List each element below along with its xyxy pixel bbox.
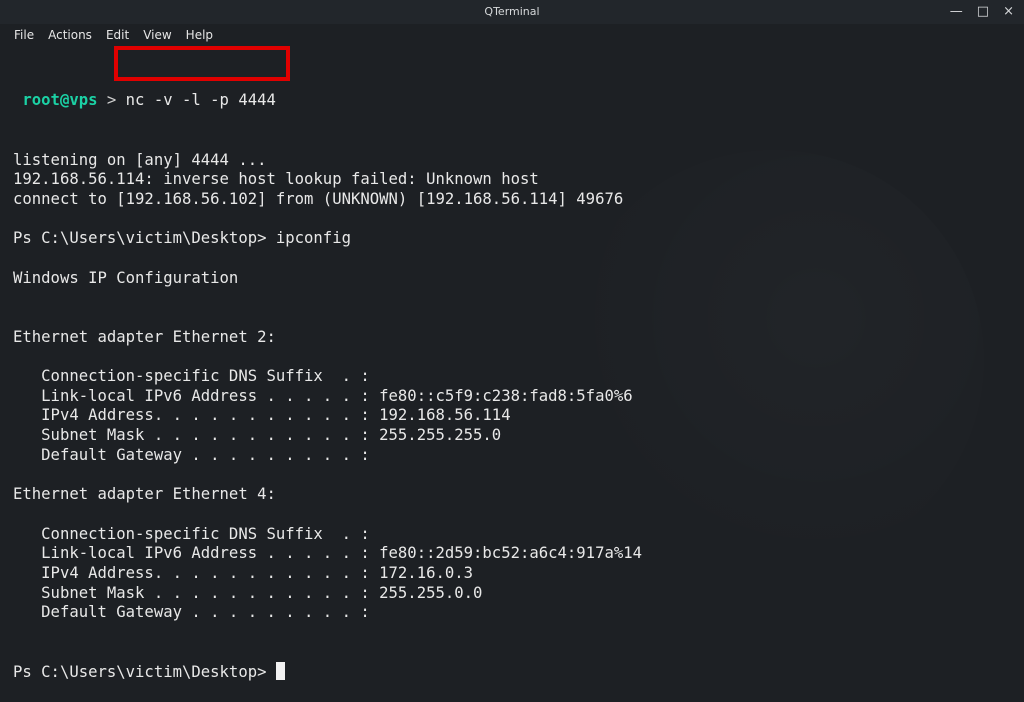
final-prompt-line[interactable]: Ps C:\Users\victim\Desktop>	[13, 662, 1024, 682]
terminal-output[interactable]: root@vps > nc -v -l -p 4444 listening on…	[13, 52, 1024, 681]
output-line: Subnet Mask . . . . . . . . . . . : 255.…	[13, 583, 483, 602]
text-cursor	[275, 662, 285, 681]
window-controls: — □ ×	[950, 0, 1014, 24]
menu-edit[interactable]: Edit	[106, 28, 129, 42]
output-lines: listening on [any] 4444 ... 192.168.56.11…	[13, 151, 1024, 624]
output-line: listening on [any] 4444 ...	[13, 150, 267, 169]
menu-help[interactable]: Help	[186, 28, 213, 42]
close-button[interactable]: ×	[1003, 0, 1014, 24]
command-prompt-line: root@vps > nc -v -l -p 4444	[13, 91, 1024, 111]
output-line: connect to [192.168.56.102] from (UNKNOW…	[13, 189, 624, 208]
prompt-separator: >	[97, 91, 126, 110]
menu-bar: File Actions Edit View Help	[0, 24, 1024, 46]
output-line: IPv4 Address. . . . . . . . . . . : 172.…	[13, 563, 474, 582]
window-title: QTerminal	[484, 5, 540, 18]
menu-actions[interactable]: Actions	[48, 28, 92, 42]
output-line: 192.168.56.114: inverse host lookup fail…	[13, 170, 539, 189]
output-line: Connection-specific DNS Suffix . :	[13, 524, 370, 543]
menu-view[interactable]: View	[143, 28, 171, 42]
prompt-user-host: root@vps	[22, 91, 98, 110]
output-line: Link-local IPv6 Address . . . . . : fe80…	[13, 544, 643, 563]
output-line: Default Gateway . . . . . . . . . :	[13, 603, 370, 622]
output-line: Connection-specific DNS Suffix . :	[13, 367, 370, 386]
output-line: Ps C:\Users\victim\Desktop> ipconfig	[13, 229, 351, 248]
window-titlebar: QTerminal — □ ×	[0, 0, 1024, 24]
final-prompt: Ps C:\Users\victim\Desktop>	[13, 663, 276, 682]
output-line: Link-local IPv6 Address . . . . . : fe80…	[13, 386, 633, 405]
menu-file[interactable]: File	[14, 28, 34, 42]
maximize-button[interactable]: □	[977, 0, 989, 24]
output-line: Subnet Mask . . . . . . . . . . . : 255.…	[13, 426, 502, 445]
output-line: Default Gateway . . . . . . . . . :	[13, 445, 370, 464]
minimize-button[interactable]: —	[950, 0, 963, 24]
prompt-command: nc -v -l -p 4444	[125, 91, 276, 110]
output-line: Ethernet adapter Ethernet 2:	[13, 327, 276, 346]
output-line: Windows IP Configuration	[13, 268, 239, 287]
output-line: IPv4 Address. . . . . . . . . . . : 192.…	[13, 406, 511, 425]
output-line: Ethernet adapter Ethernet 4:	[13, 485, 276, 504]
